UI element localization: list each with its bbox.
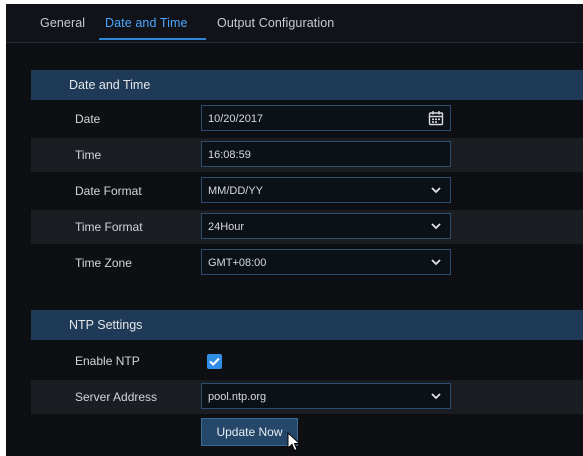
time-zone-label: Time Zone xyxy=(75,256,132,270)
date-format-row: Date Format MM/DD/YY xyxy=(31,174,583,208)
date-format-label: Date Format xyxy=(75,184,142,198)
tab-general[interactable]: General xyxy=(40,16,85,30)
time-format-value: 24Hour xyxy=(208,221,245,233)
time-row: Time 16:08:59 xyxy=(31,138,583,172)
time-format-row: Time Format 24Hour xyxy=(31,210,583,244)
enable-ntp-checkbox[interactable] xyxy=(207,354,222,369)
time-field[interactable]: 16:08:59 xyxy=(201,141,451,167)
time-zone-row: Time Zone GMT+08:00 xyxy=(31,246,583,280)
ntp-section-header: NTP Settings xyxy=(31,310,583,340)
time-zone-select[interactable]: GMT+08:00 xyxy=(201,249,451,275)
update-now-button[interactable]: Update Now xyxy=(201,418,298,446)
section-title: NTP Settings xyxy=(69,318,143,332)
date-row: Date 10/20/2017 xyxy=(31,102,583,136)
settings-panel: General Date and Time Output Configurati… xyxy=(6,4,583,456)
server-address-label: Server Address xyxy=(75,390,158,404)
tab-output-configuration[interactable]: Output Configuration xyxy=(217,16,334,30)
time-zone-value: GMT+08:00 xyxy=(208,257,267,269)
chevron-down-icon xyxy=(431,223,441,230)
date-value: 10/20/2017 xyxy=(208,113,264,125)
chevron-down-icon xyxy=(431,393,441,400)
server-address-value: pool.ntp.org xyxy=(208,391,267,403)
enable-ntp-label: Enable NTP xyxy=(75,354,140,368)
time-value: 16:08:59 xyxy=(208,149,251,161)
update-row: Update Now xyxy=(31,418,583,448)
server-address-row: Server Address pool.ntp.org xyxy=(31,380,583,414)
calendar-icon[interactable] xyxy=(428,110,444,126)
date-field[interactable]: 10/20/2017 xyxy=(201,105,451,131)
chevron-down-icon xyxy=(431,259,441,266)
section-title: Date and Time xyxy=(69,78,151,92)
time-format-select[interactable]: 24Hour xyxy=(201,213,451,239)
time-label: Time xyxy=(75,148,102,162)
time-format-label: Time Format xyxy=(75,220,143,234)
chevron-down-icon xyxy=(431,187,441,194)
mouse-cursor-icon xyxy=(287,432,301,452)
date-time-section-header: Date and Time xyxy=(31,70,583,100)
active-tab-indicator xyxy=(99,38,206,40)
date-format-select[interactable]: MM/DD/YY xyxy=(201,177,451,203)
server-address-select[interactable]: pool.ntp.org xyxy=(201,383,451,409)
checkmark-icon xyxy=(209,357,220,366)
tab-date-and-time[interactable]: Date and Time xyxy=(105,16,188,30)
enable-ntp-row: Enable NTP xyxy=(31,344,583,378)
date-format-value: MM/DD/YY xyxy=(208,185,263,197)
tab-bar: General Date and Time Output Configurati… xyxy=(6,4,583,43)
date-label: Date xyxy=(75,112,101,126)
